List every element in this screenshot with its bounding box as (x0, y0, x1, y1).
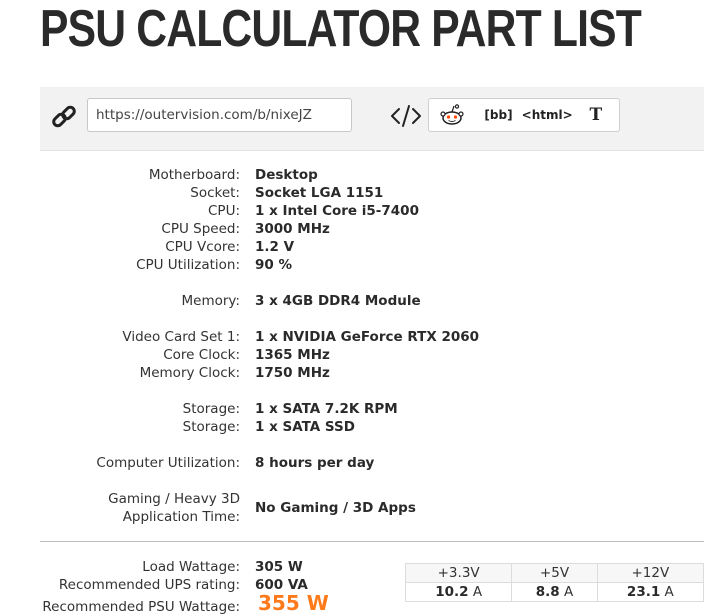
rail-amperage-table: +3.3V +5V +12V 10.2 A 8.8 A 23.1 A (404, 563, 704, 602)
psu-wattage-value: 355 W (258, 591, 329, 615)
spec-label: Core Clock: (163, 347, 240, 363)
page-title: PSU CALCULATOR PART LIST (40, 0, 642, 58)
rail-cell: 10.2 A (404, 582, 513, 602)
load-wattage-value: 305 W (255, 559, 303, 575)
spec-value: 1750 MHz (255, 365, 330, 381)
rail-value: 10.2 (435, 584, 469, 600)
spec-label: Motherboard: (148, 167, 240, 183)
share-format-buttons: [bb] <html> T (428, 98, 620, 132)
spec-value: 1 x SATA SSD (255, 419, 355, 435)
share-bar: [bb] <html> T (40, 87, 704, 151)
link-icon (52, 105, 76, 128)
reddit-button[interactable] (429, 99, 475, 131)
html-button[interactable]: <html> (522, 99, 573, 131)
rail-unit: A (563, 584, 574, 600)
spec-label: CPU: (208, 203, 240, 219)
table-row: 10.2 A 8.8 A 23.1 A (404, 582, 704, 602)
spec-value: 90 % (255, 257, 293, 273)
rail-unit: A (472, 584, 483, 600)
spec-value: No Gaming / 3D Apps (255, 500, 416, 516)
spec-label: CPU Vcore: (165, 239, 240, 255)
reddit-icon (440, 104, 464, 125)
spec-value: Socket LGA 1151 (255, 185, 384, 201)
spec-value: 1 x Intel Core i5-7400 (255, 203, 419, 219)
spec-label: CPU Speed: (161, 221, 240, 237)
divider (40, 541, 704, 542)
spec-label-line2: Application Time: (122, 509, 240, 525)
spec-value: 3000 MHz (255, 221, 330, 237)
spec-value: 1 x NVIDIA GeForce RTX 2060 (255, 329, 480, 345)
text-button[interactable]: T (573, 99, 619, 131)
rail-value: 8.8 (535, 584, 560, 600)
spec-value: 1 x SATA 7.2K RPM (255, 401, 398, 417)
spec-label: Memory Clock: (139, 365, 240, 381)
spec-value: 3 x 4GB DDR4 Module (255, 293, 421, 309)
rail-header: +5V (511, 563, 598, 583)
share-url-input[interactable] (87, 98, 352, 132)
bbcode-button[interactable]: [bb] (475, 99, 521, 131)
spec-value: 8 hours per day (255, 455, 375, 471)
rail-unit: A (664, 584, 674, 600)
rail-header: +3.3V (404, 563, 513, 583)
table-row: +3.3V +5V +12V (404, 563, 704, 583)
ups-rating-label: Recommended UPS rating: (58, 577, 240, 593)
spec-label: Storage: (182, 419, 240, 435)
rail-cell: 8.8 A (511, 582, 598, 602)
spec-label: Computer Utilization: (96, 455, 240, 471)
spec-value: 1.2 V (255, 239, 295, 255)
spec-label: Memory: (181, 293, 240, 309)
spec-value: 1365 MHz (255, 347, 330, 363)
embed-code-icon[interactable] (390, 103, 422, 129)
rail-header: +12V (596, 563, 704, 583)
spec-label: Socket: (190, 185, 240, 201)
rail-cell: 23.1 A (596, 582, 704, 602)
rail-value: 23.1 (626, 584, 661, 600)
spec-label: CPU Utilization: (136, 257, 240, 273)
spec-label: Gaming / Heavy 3D (108, 491, 240, 507)
spec-label: Storage: (182, 401, 240, 417)
psu-wattage-label: Recommended PSU Wattage: (42, 599, 240, 615)
load-wattage-label: Load Wattage: (142, 559, 240, 575)
spec-value: Desktop (255, 167, 318, 183)
spec-label: Video Card Set 1: (122, 329, 240, 345)
